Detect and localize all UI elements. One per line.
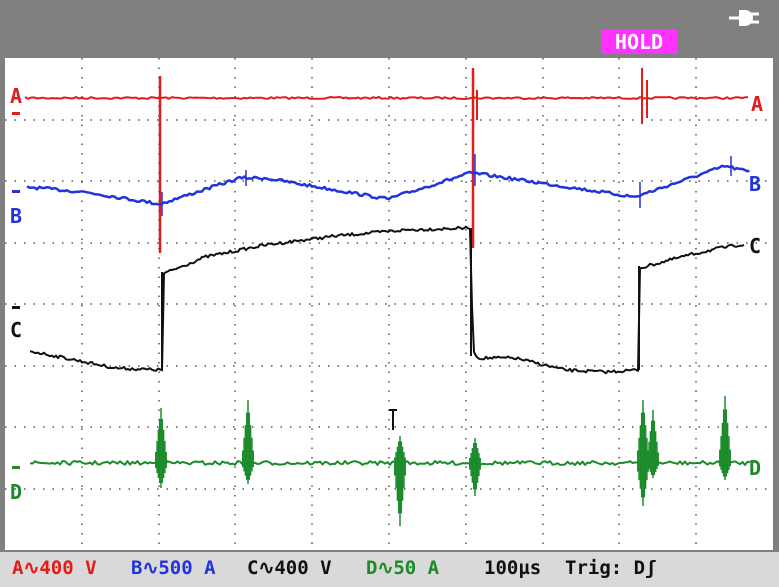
power-plug-icon	[729, 10, 759, 26]
channel-ground-marker	[12, 306, 20, 309]
trigger-readout[interactable]: Trig: Dʃ	[565, 552, 657, 585]
channel-b-marker-left: B	[10, 204, 23, 228]
hold-badge[interactable]: HOLD	[601, 30, 677, 54]
channel-b-marker-right: B	[749, 172, 762, 196]
channel-a-trace	[24, 96, 749, 100]
waveform-screen: A B C D A B C D	[5, 58, 773, 550]
channel-ground-marker	[12, 466, 20, 469]
channel-c-trace	[29, 225, 745, 375]
channel-c-marker-right: C	[749, 234, 762, 258]
channel-b-scale[interactable]: B∿500 A	[131, 552, 216, 585]
channel-d-marker-right: D	[749, 456, 762, 480]
top-status-bar: HOLD	[0, 0, 779, 58]
channel-c-scale[interactable]: C∿400 V	[247, 552, 332, 585]
channel-b-trace	[26, 164, 750, 206]
channel-c-marker-left: C	[10, 318, 23, 342]
channel-ground-marker	[12, 190, 20, 193]
timebase-readout[interactable]: 100µs	[484, 552, 541, 585]
channel-ground-marker	[12, 112, 20, 115]
graticule-grid	[5, 58, 773, 550]
channel-a-marker-right: A	[751, 92, 764, 116]
traces-layer	[12, 68, 751, 526]
channel-d-scale[interactable]: D∿50 A	[366, 552, 439, 585]
channel-a-scale[interactable]: A∿400 V	[12, 552, 97, 585]
channel-a-marker-left: A	[10, 84, 23, 108]
readout-bar: A∿400 V B∿500 A C∿400 V D∿50 A 100µs Tri…	[0, 550, 779, 587]
waveform-display	[5, 58, 773, 550]
channel-d-marker-left: D	[10, 480, 23, 504]
oscilloscope-window: HOLD A B C D A B C D A∿400 V B∿500 A C∿4…	[0, 0, 779, 587]
